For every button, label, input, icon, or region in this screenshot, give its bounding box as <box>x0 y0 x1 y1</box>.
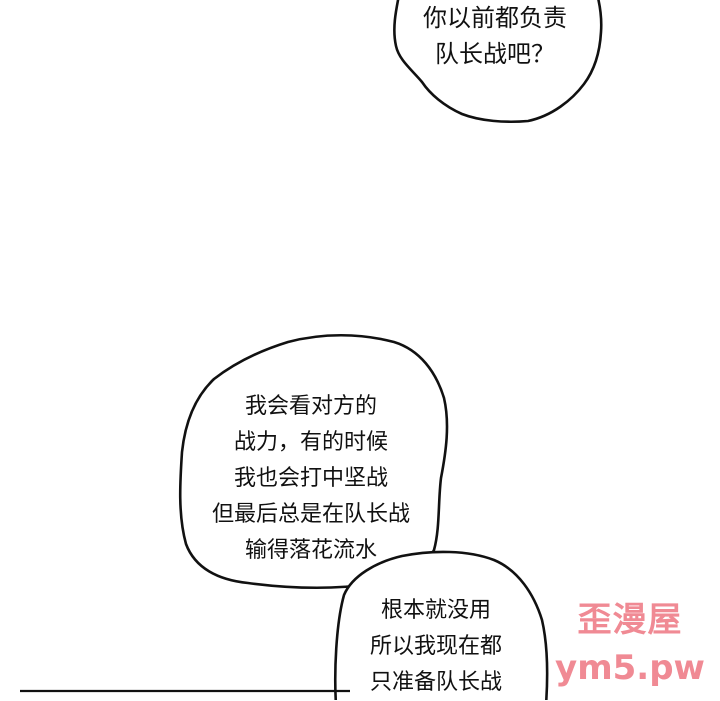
speech-bubble-3-text: 根本就没用 所以我现在都 只准备队长战 <box>346 593 526 701</box>
watermark-logo-text: 歪漫屋 <box>577 600 683 640</box>
bubble-2-line-3: 我也会打中坚战 <box>233 466 388 491</box>
bubble-2-line-5: 输得落花流水 <box>244 538 377 563</box>
bubble-2-line-1: 我会看对方的 <box>244 394 377 419</box>
bubble-2-line-4: 但最后总是在队长战 <box>211 502 410 527</box>
speech-bubble-2-text: 我会看对方的 战力，有的时候 我也会打中坚战 但最后总是在队长战 输得落花流水 <box>188 389 434 569</box>
speech-bubble-1-text: 你以前都负责 队长战吧？ <box>400 0 590 72</box>
bubble-3-line-2: 所以我现在都 <box>369 634 502 659</box>
bubble-2-line-2: 战力，有的时候 <box>233 430 388 455</box>
bubble-3-line-3: 只准备队长战 <box>369 670 502 695</box>
watermark-domain-text: ym5.pw <box>555 648 705 688</box>
bubble-3-line-1: 根本就没用 <box>380 598 491 623</box>
comic-panel: 你以前都负责 队长战吧？ 我会看对方的 战力，有的时候 我也会打中坚战 但最后总… <box>0 0 720 700</box>
bubble-1-line-2: 队长战吧？ <box>435 40 555 68</box>
bubble-1-line-1: 你以前都负责 <box>423 4 567 32</box>
